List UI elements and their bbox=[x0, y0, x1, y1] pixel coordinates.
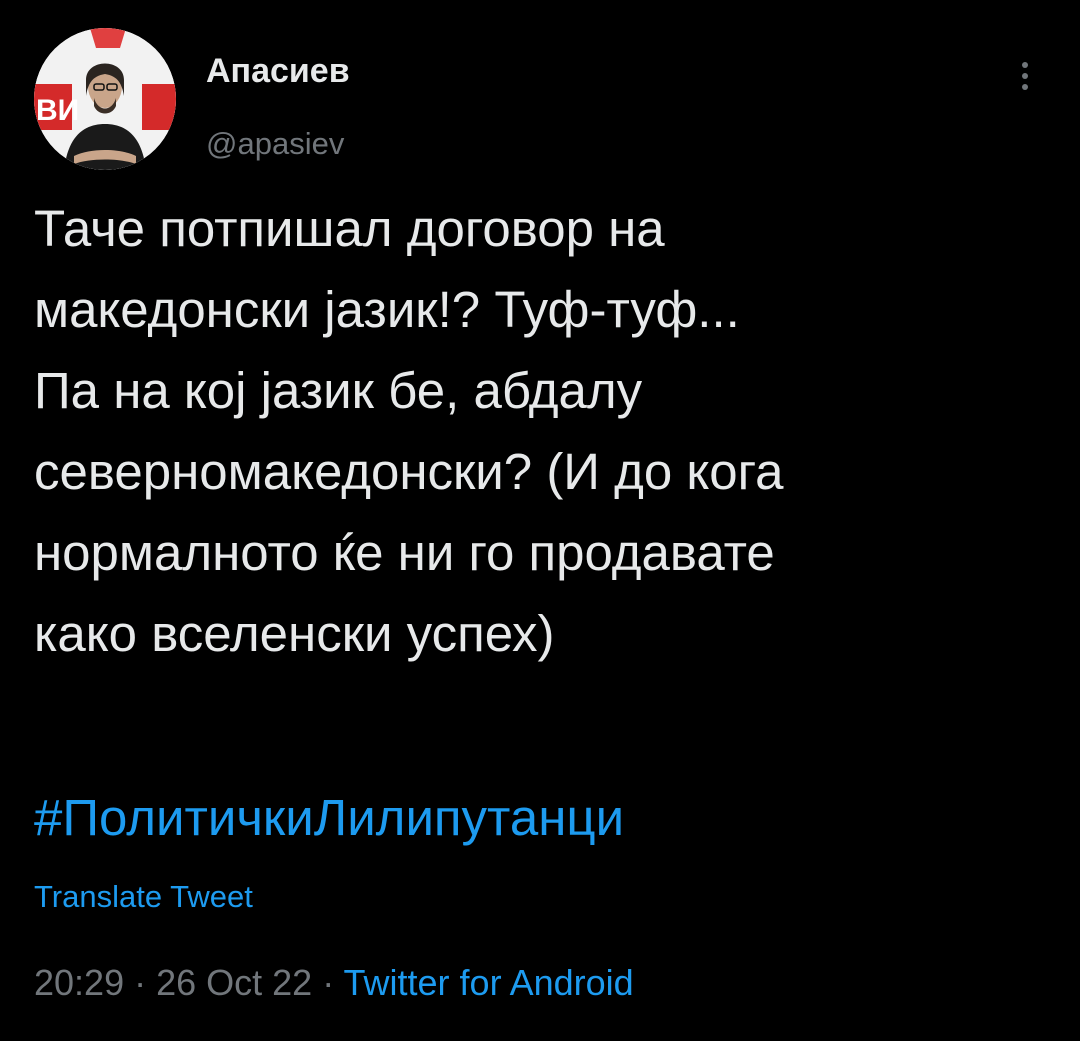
hashtag-link[interactable]: #ПолитичкиЛилипутанци bbox=[34, 783, 624, 853]
display-name[interactable]: Апасиев bbox=[206, 52, 350, 91]
more-options-button[interactable] bbox=[1010, 56, 1040, 96]
user-handle[interactable]: @apasiev bbox=[206, 126, 344, 162]
more-vertical-icon bbox=[1022, 62, 1028, 68]
more-dot bbox=[1022, 84, 1028, 90]
meta-separator: · bbox=[124, 962, 157, 1003]
tweet-source-link[interactable]: Twitter for Android bbox=[344, 962, 634, 1003]
translate-tweet-link[interactable]: Translate Tweet bbox=[34, 879, 253, 915]
tweet-metadata: 20:29 · 26 Oct 22 · Twitter for Android bbox=[34, 962, 634, 1004]
tweet-time: 20:29 bbox=[34, 962, 125, 1003]
tweet-text: Тачe потпишал договор на македонски јази… bbox=[34, 200, 784, 662]
avatar[interactable]: ВИ bbox=[34, 28, 176, 170]
meta-separator: · bbox=[312, 962, 344, 1003]
tweet-date: 26 Oct 22 bbox=[156, 962, 313, 1003]
profile-photo-icon: ВИ bbox=[34, 28, 176, 170]
tweet: ВИ Апасиев @apasiev Тачe потпишал догово… bbox=[0, 0, 1080, 1041]
svg-text:ВИ: ВИ bbox=[36, 94, 79, 127]
more-dot bbox=[1022, 73, 1028, 79]
